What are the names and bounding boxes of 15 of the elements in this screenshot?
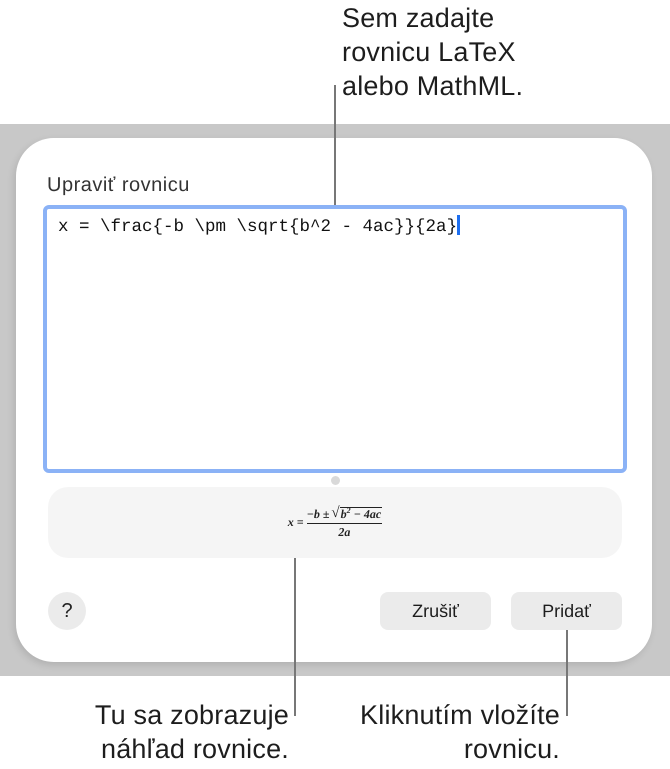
formula-text: x = — [288, 515, 304, 530]
formula-radicand: b$^{2}$ − 4ac — [340, 507, 382, 521]
help-button[interactable]: ? — [48, 592, 86, 630]
resize-handle-icon[interactable] — [330, 476, 340, 484]
formula-text: 2a — [338, 526, 350, 539]
callout-text: Kliknutím vložíte rovnicu. — [359, 699, 560, 766]
formula-text: −b ± — [306, 507, 330, 521]
callout-text: Tu sa zobrazuje náhľad rovnice. — [94, 699, 289, 766]
radical-sign: √ — [331, 506, 340, 521]
cancel-button[interactable]: Zrušiť — [380, 592, 491, 630]
callout-text: Sem zadajte rovnicu LaTeX alebo MathML. — [342, 2, 524, 103]
text-cursor-icon — [457, 215, 460, 235]
equation-input[interactable]: x = \frac{-b \pm \sqrt{b^2 - 4ac}}{2a} — [43, 205, 627, 473]
dialog-title: Upraviť rovnicu — [47, 174, 191, 196]
add-button[interactable]: Pridať — [511, 592, 622, 630]
